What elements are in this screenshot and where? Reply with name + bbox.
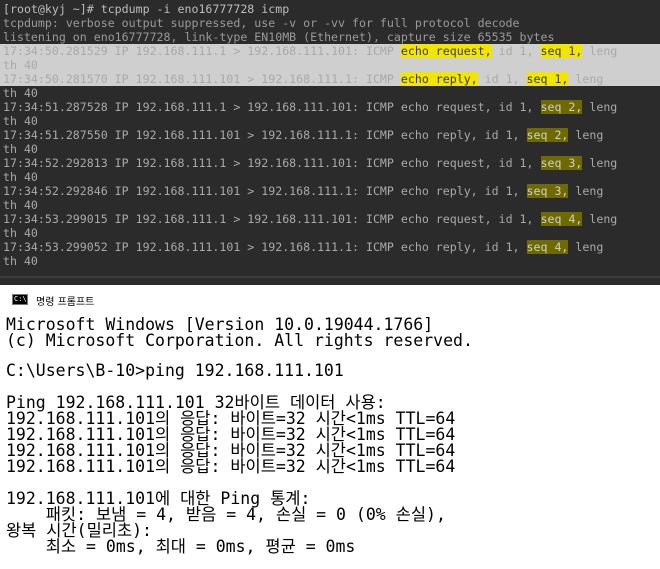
packet-proto: IP xyxy=(107,156,136,170)
packet-length-label: leng xyxy=(582,100,618,114)
packet-type: echo reply, xyxy=(400,184,478,198)
packet-length-label: leng xyxy=(568,72,604,86)
packet-line-wrap: th 40 xyxy=(3,86,660,100)
terminal-info-line: tcpdump: verbose output suppressed, use … xyxy=(3,16,520,30)
packet-seq: seq 4, xyxy=(540,212,583,226)
packet-timestamp: 17:34:53.299052 xyxy=(3,240,108,254)
packet-line: 17:34:50.281529 IP 192.168.111.1 > 192.1… xyxy=(3,44,660,58)
packet-type: echo request, xyxy=(400,156,492,170)
window-title: 명령 프롬프트 xyxy=(36,297,95,308)
console-line: 최소 = 0ms, 최대 = 0ms, 평균 = 0ms xyxy=(6,537,356,556)
packet-seq: seq 3, xyxy=(526,184,569,198)
packet-timestamp: 17:34:51.287550 xyxy=(3,128,108,142)
packet-proto: IP xyxy=(107,240,136,254)
packet-length-label: leng xyxy=(568,184,604,198)
packet-length: th 40 xyxy=(3,226,38,240)
packet-seq: seq 2, xyxy=(540,100,583,114)
packet-length-label: leng xyxy=(582,212,618,226)
packet-addrs: 192.168.111.1 > 192.168.111.101: ICMP xyxy=(135,156,401,170)
packet-proto: IP xyxy=(107,212,136,226)
packet-line: 17:34:52.292813 IP 192.168.111.1 > 192.1… xyxy=(3,156,660,170)
packet-seq: seq 1, xyxy=(526,72,569,86)
packet-length: th 40 xyxy=(3,198,38,212)
console-line: 192.168.111.101의 응답: 바이트=32 시간<1ms TTL=6… xyxy=(6,457,456,476)
packet-type: echo request, xyxy=(400,44,492,58)
packet-line-wrap: th 40 xyxy=(3,142,660,156)
packet-type: echo request, xyxy=(400,212,492,226)
packet-id: id 1, xyxy=(491,212,541,226)
packet-proto: IP xyxy=(107,72,136,86)
linux-terminal[interactable]: [root@kyj ~]# tcpdump -i eno16777728 icm… xyxy=(0,0,660,285)
packet-proto: IP xyxy=(107,128,136,142)
packet-line: 17:34:52.292846 IP 192.168.111.101 > 192… xyxy=(3,184,660,198)
packet-line-wrap: th 40 xyxy=(3,58,660,72)
packet-id: id 1, xyxy=(477,72,527,86)
terminal-divider xyxy=(0,276,660,278)
packet-id: id 1, xyxy=(477,128,527,142)
packet-id: id 1, xyxy=(477,240,527,254)
packet-id: id 1, xyxy=(491,100,541,114)
packet-length: th 40 xyxy=(3,58,38,72)
command-prompt-window[interactable]: C:\ 명령 프롬프트 Microsoft Windows [Version 1… xyxy=(0,285,660,569)
packet-timestamp: 17:34:51.287528 xyxy=(3,100,108,114)
window-titlebar[interactable]: C:\ 명령 프롬프트 xyxy=(0,285,660,313)
packet-line: 17:34:53.299052 IP 192.168.111.101 > 192… xyxy=(3,240,660,254)
packet-addrs: 192.168.111.101 > 192.168.111.1: ICMP xyxy=(135,240,401,254)
packet-proto: IP xyxy=(107,100,136,114)
terminal-command-line: [root@kyj ~]# tcpdump -i eno16777728 icm… xyxy=(3,2,290,16)
packet-timestamp: 17:34:53.299015 xyxy=(3,212,108,226)
packet-type: echo reply, xyxy=(400,72,478,86)
packet-line: 17:34:50.281570 IP 192.168.111.101 > 192… xyxy=(3,72,660,86)
packet-length: th 40 xyxy=(3,86,38,100)
cmd-icon: C:\ xyxy=(12,294,28,305)
packet-timestamp: 17:34:50.281570 xyxy=(3,72,108,86)
packet-id: id 1, xyxy=(491,44,541,58)
packet-type: echo request, xyxy=(400,100,492,114)
packet-timestamp: 17:34:52.292846 xyxy=(3,184,108,198)
console-output[interactable]: Microsoft Windows [Version 10.0.19044.17… xyxy=(0,313,660,569)
packet-line-wrap: th 40 xyxy=(3,170,660,184)
packet-length: th 40 xyxy=(3,142,38,156)
console-line: (c) Microsoft Corporation. All rights re… xyxy=(6,331,473,350)
packet-line-wrap: th 40 xyxy=(3,226,660,240)
packet-proto: IP xyxy=(107,184,136,198)
packet-seq: seq 4, xyxy=(526,240,569,254)
packet-addrs: 192.168.111.101 > 192.168.111.1: ICMP xyxy=(135,128,401,142)
packet-addrs: 192.168.111.101 > 192.168.111.1: ICMP xyxy=(135,72,401,86)
packet-addrs: 192.168.111.101 > 192.168.111.1: ICMP xyxy=(135,184,401,198)
packet-addrs: 192.168.111.1 > 192.168.111.101: ICMP xyxy=(135,212,401,226)
packet-id: id 1, xyxy=(477,184,527,198)
packet-type: echo reply, xyxy=(400,128,478,142)
packet-proto: IP xyxy=(107,44,136,58)
terminal-info-line: listening on eno16777728, link-type EN10… xyxy=(3,30,555,44)
packet-timestamp: 17:34:50.281529 xyxy=(3,44,108,58)
packet-length: th 40 xyxy=(3,254,38,268)
packet-length-label: leng xyxy=(582,44,618,58)
packet-type: echo reply, xyxy=(400,240,478,254)
packet-line-wrap: th 40 xyxy=(3,114,660,128)
packet-line: 17:34:51.287550 IP 192.168.111.101 > 192… xyxy=(3,128,660,142)
packet-addrs: 192.168.111.1 > 192.168.111.101: ICMP xyxy=(135,100,401,114)
console-line: C:\Users\B-10>ping 192.168.111.101 xyxy=(6,361,344,380)
packet-id: id 1, xyxy=(491,156,541,170)
packet-line-wrap: th 40 xyxy=(3,198,660,212)
packet-seq: seq 1, xyxy=(540,44,583,58)
packet-length-label: leng xyxy=(582,156,618,170)
packet-line-wrap: th 40 xyxy=(3,254,660,268)
packet-length: th 40 xyxy=(3,170,38,184)
packet-addrs: 192.168.111.1 > 192.168.111.101: ICMP xyxy=(135,44,401,58)
packet-seq: seq 3, xyxy=(540,156,583,170)
packet-length-label: leng xyxy=(568,128,604,142)
packet-length: th 40 xyxy=(3,114,38,128)
packet-line: 17:34:51.287528 IP 192.168.111.1 > 192.1… xyxy=(3,100,660,114)
packet-length-label: leng xyxy=(568,240,604,254)
packet-seq: seq 2, xyxy=(526,128,569,142)
packet-timestamp: 17:34:52.292813 xyxy=(3,156,108,170)
packet-line: 17:34:53.299015 IP 192.168.111.1 > 192.1… xyxy=(3,212,660,226)
